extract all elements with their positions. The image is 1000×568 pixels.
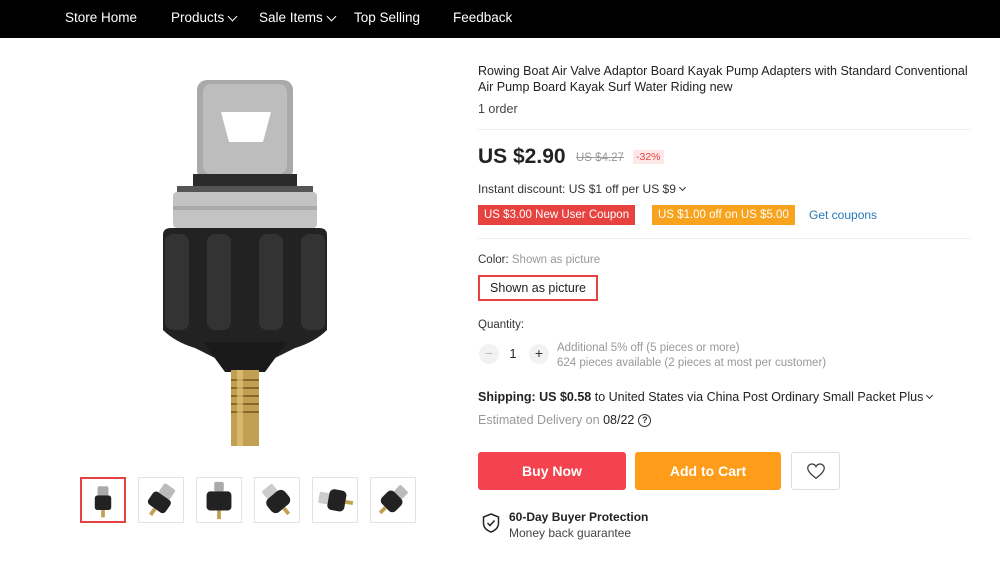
shipping-price: US $0.58 [539,390,592,404]
nav-feedback-label: Feedback [453,10,513,25]
nav-products-label: Products [171,10,225,25]
instant-discount-text: Instant discount: US $1 off per US $9 [478,182,676,196]
shipping-method: to United States via China Post Ordinary… [594,390,924,404]
new-user-coupon[interactable]: US $3.00 New User Coupon [478,205,636,225]
nav-sale-items-label: Sale Items [259,10,323,25]
thumbnail-image [318,489,354,512]
product-title: Rowing Boat Air Valve Adaptor Board Kaya… [478,64,968,94]
wishlist-button[interactable] [791,452,840,490]
thumbnail-image [206,481,232,520]
instant-discount[interactable]: Instant discount: US $1 off per US $9 [478,182,686,196]
get-coupons-link[interactable]: Get coupons [809,208,877,222]
quantity-label: Quantity: [478,319,525,331]
thumbnail-image [262,484,291,516]
help-icon[interactable]: ? [638,414,652,427]
add-to-cart-button[interactable]: Add to Cart [635,452,781,490]
divider [478,238,970,239]
quantity-increase-button[interactable]: + [529,344,549,364]
thumbnail-image [94,486,112,518]
color-label-text: Color: [478,254,512,266]
product-thumbnail[interactable] [138,477,184,523]
shipping-label: Shipping: [478,390,536,404]
nav-sale-items[interactable]: Sale Items [259,0,337,38]
product-thumbnail[interactable] [254,477,300,523]
nav-feedback[interactable]: Feedback [453,0,512,38]
shield-check-icon [482,513,500,533]
quantity-decrease-button[interactable]: − [479,344,499,364]
product-thumbnail[interactable] [370,477,416,523]
current-price: US $2.90 [478,145,566,168]
nav-top-selling-label: Top Selling [354,10,421,25]
nav-store-home[interactable]: Store Home [65,0,137,38]
color-label: Color: Shown as picture [478,254,600,266]
buyer-protection-title: 60-Day Buyer Protection [509,510,649,524]
store-nav-bar: Store Home Products Sale Items Top Selli… [0,0,1000,38]
chevron-down-icon [326,11,337,22]
chevron-down-icon [678,183,686,192]
product-thumbnail[interactable] [80,477,126,523]
shipping-info[interactable]: Shipping: US $0.58 to United States via … [478,390,934,404]
quantity-discount-note: Additional 5% off (5 pieces or more) [557,342,740,354]
store-coupon[interactable]: US $1.00 off on US $5.00 [652,205,795,225]
original-price: US $4.27 [576,152,624,164]
buyer-protection-subtitle: Money back guarantee [509,526,632,540]
chevron-down-icon [926,391,934,400]
discount-badge: -32% [633,150,664,164]
chevron-down-icon [227,11,238,22]
stock-availability: 624 pieces available (2 pieces at most p… [557,357,827,369]
product-thumbnail[interactable] [196,477,242,523]
divider [478,129,970,130]
color-value: Shown as picture [511,254,601,266]
order-count: 1 order [478,102,518,116]
thumbnail-image [378,485,408,515]
product-main-image[interactable] [155,80,335,450]
thumbnail-image [147,483,176,516]
delivery-label: Estimated Delivery on [478,413,600,427]
product-thumbnail[interactable] [312,477,358,523]
nav-products[interactable]: Products [171,0,238,38]
color-option-shown-as-picture[interactable]: Shown as picture [478,275,598,301]
nav-top-selling[interactable]: Top Selling [354,0,420,38]
heart-icon [807,463,825,480]
delivery-date: 08/22 [603,413,635,427]
buy-now-button[interactable]: Buy Now [478,452,626,490]
estimated-delivery: Estimated Delivery on 08/22? [478,413,652,428]
nav-store-home-label: Store Home [65,10,138,25]
quantity-value[interactable]: 1 [505,347,521,361]
